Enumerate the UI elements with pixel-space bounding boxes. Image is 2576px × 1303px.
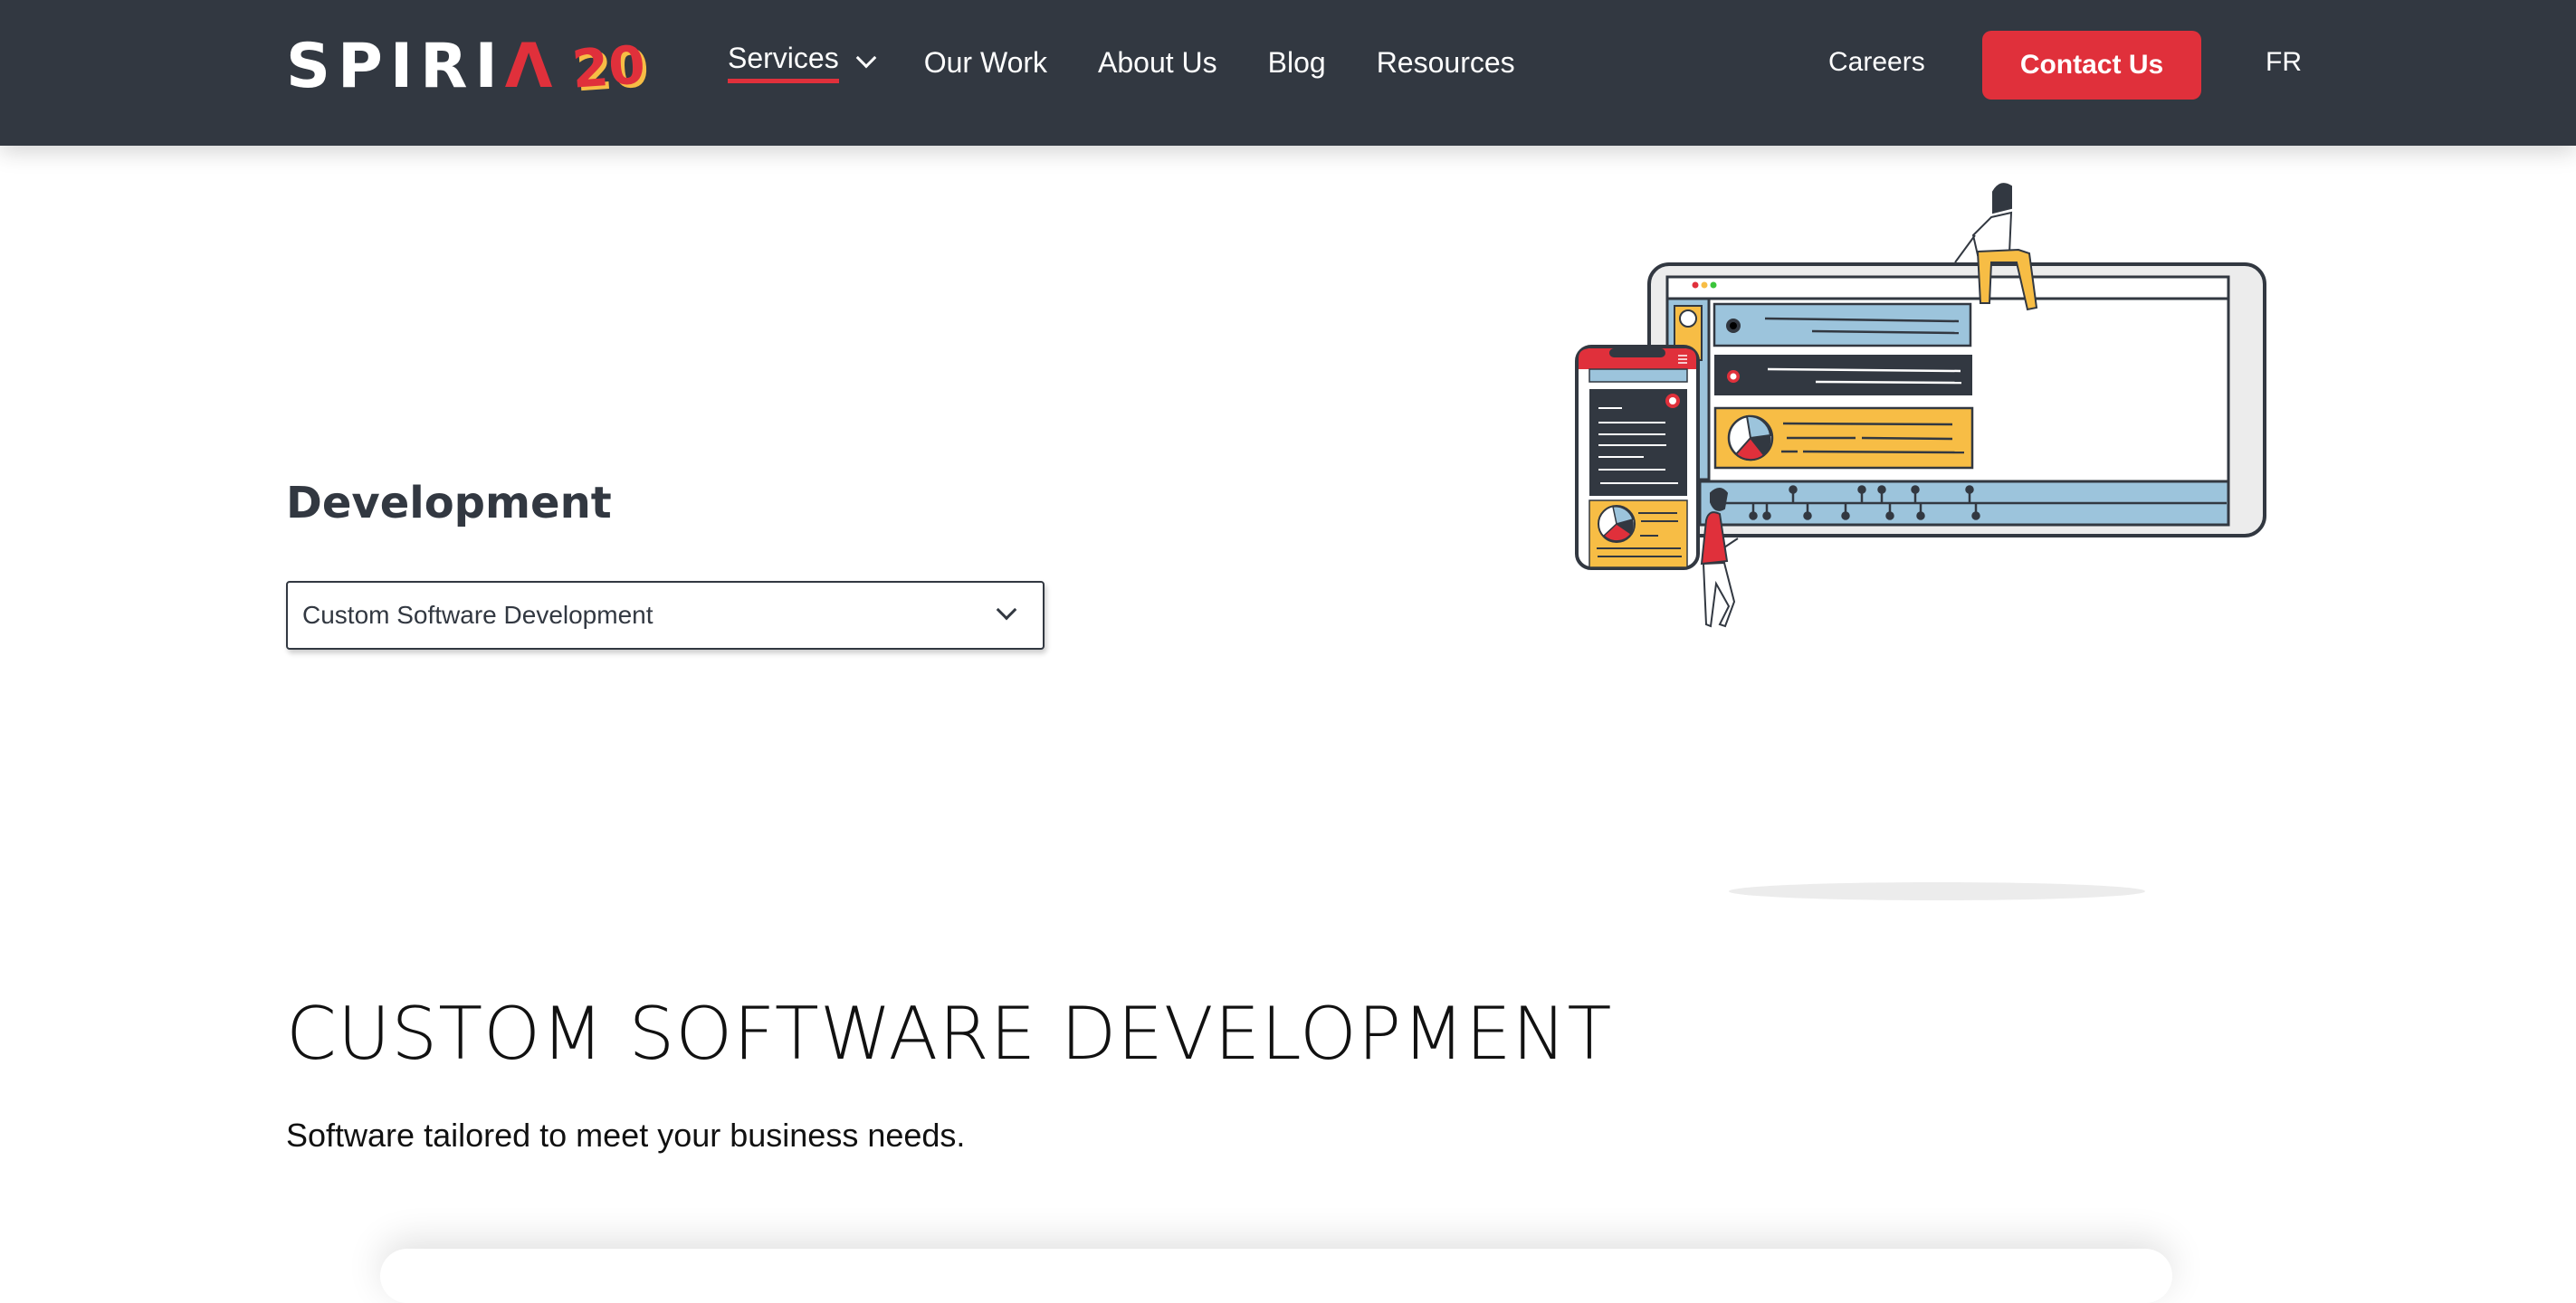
nav-item-blog[interactable]: Blog — [1268, 42, 1326, 83]
content-card-top — [380, 1249, 2172, 1303]
main-nav: Services Our Work About Us Blog Resource… — [728, 42, 1566, 83]
nav-item-resources[interactable]: Resources — [1377, 42, 1515, 83]
contact-us-button[interactable]: Contact Us — [1982, 31, 2201, 100]
window-dot-red — [1692, 281, 1699, 289]
chevron-down-icon — [996, 599, 1017, 621]
ground-shadow — [1729, 882, 2145, 900]
window-dot-yellow — [1701, 281, 1708, 289]
card-dark — [1714, 355, 1972, 395]
card-blue — [1713, 302, 1972, 347]
nav-item-our-work[interactable]: Our Work — [924, 42, 1047, 83]
page-title: CUSTOM SOFTWARE DEVELOPMENT — [286, 992, 1613, 1076]
nav-item-services[interactable]: Services — [728, 42, 877, 83]
chevron-down-icon — [855, 47, 877, 69]
service-select[interactable]: Custom Software Development — [286, 581, 1045, 650]
site-header: SPIRIΛ 20 Services Our Work About Us Blo… — [0, 0, 2576, 146]
window-dot-green — [1710, 281, 1717, 289]
section-title: Development — [286, 478, 612, 528]
careers-link[interactable]: Careers — [1828, 47, 1925, 78]
spiria-logo[interactable]: SPIRIΛ 20 — [286, 31, 648, 103]
anniversary-badge: 20 — [570, 33, 648, 100]
hero-illustration — [1575, 183, 2266, 900]
nav-item-about-us[interactable]: About Us — [1098, 42, 1217, 83]
language-switch-fr[interactable]: FR — [2266, 47, 2302, 78]
page-subtitle: Software tailored to meet your business … — [286, 1117, 966, 1154]
service-select-value: Custom Software Development — [302, 601, 654, 629]
logo-wordmark: SPIRIΛ — [286, 31, 560, 102]
